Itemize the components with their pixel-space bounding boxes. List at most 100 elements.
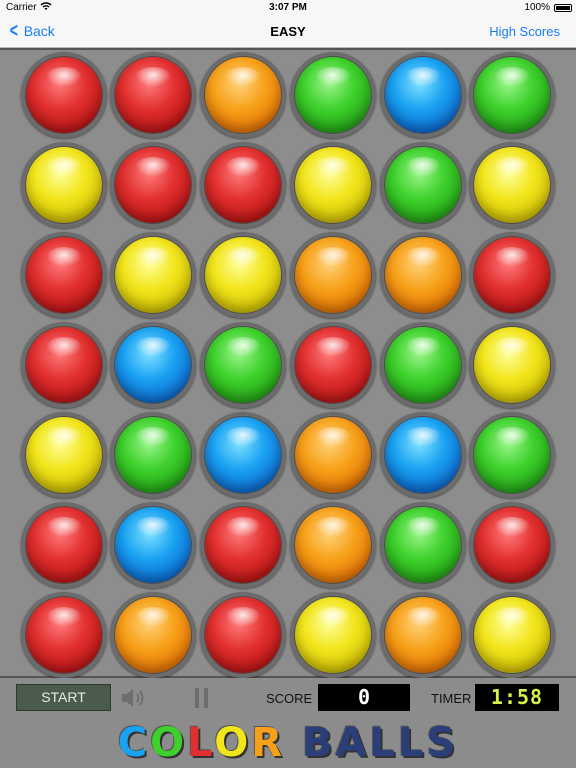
ball-face xyxy=(295,147,371,223)
orange-ball[interactable] xyxy=(290,412,376,498)
ball-highlight xyxy=(46,157,82,177)
red-ball[interactable] xyxy=(200,592,286,678)
ball-face xyxy=(115,507,191,583)
green-ball[interactable] xyxy=(110,412,196,498)
red-ball[interactable] xyxy=(110,142,196,228)
green-ball[interactable] xyxy=(380,142,466,228)
logo-letter: S xyxy=(426,720,459,766)
yellow-ball[interactable] xyxy=(110,232,196,318)
logo-letter: O xyxy=(214,720,252,766)
ball-highlight xyxy=(315,157,351,177)
yellow-ball[interactable] xyxy=(469,142,555,228)
orange-ball[interactable] xyxy=(110,592,196,678)
ball-face xyxy=(26,507,102,583)
battery-icon xyxy=(554,4,572,12)
ball-face xyxy=(115,237,191,313)
red-ball[interactable] xyxy=(21,232,107,318)
speaker-icon[interactable] xyxy=(120,686,150,710)
red-ball[interactable] xyxy=(469,502,555,588)
ball-highlight xyxy=(315,427,351,447)
ball-face xyxy=(205,147,281,223)
control-bar: START SCORE 0 TIMER 1:58 xyxy=(0,678,576,718)
ball-face xyxy=(295,417,371,493)
ball-highlight xyxy=(46,247,82,267)
ball-highlight xyxy=(225,337,261,357)
ball-face xyxy=(474,597,550,673)
ball-highlight xyxy=(494,67,530,87)
ball-face xyxy=(205,507,281,583)
orange-ball[interactable] xyxy=(290,232,376,318)
green-ball[interactable] xyxy=(469,52,555,138)
timer-label: TIMER xyxy=(431,691,472,706)
ball-highlight xyxy=(494,607,530,627)
red-ball[interactable] xyxy=(21,52,107,138)
ball-highlight xyxy=(46,607,82,627)
start-button[interactable]: START xyxy=(16,684,111,711)
orange-ball[interactable] xyxy=(290,502,376,588)
red-ball[interactable] xyxy=(200,142,286,228)
yellow-ball[interactable] xyxy=(21,142,107,228)
yellow-ball[interactable] xyxy=(290,142,376,228)
blue-ball[interactable] xyxy=(200,412,286,498)
ball-face xyxy=(26,327,102,403)
blue-ball[interactable] xyxy=(110,322,196,408)
ball-face xyxy=(26,57,102,133)
green-ball[interactable] xyxy=(469,412,555,498)
ball-highlight xyxy=(225,607,261,627)
game-board xyxy=(0,48,576,678)
yellow-ball[interactable] xyxy=(290,592,376,678)
ball-face xyxy=(26,417,102,493)
ball-highlight xyxy=(315,337,351,357)
orange-ball[interactable] xyxy=(200,52,286,138)
ball-face xyxy=(115,327,191,403)
ball-highlight xyxy=(135,247,171,267)
back-button[interactable]: < Back xyxy=(8,21,55,41)
ball-highlight xyxy=(225,67,261,87)
logo-letter: L xyxy=(397,720,427,766)
green-ball[interactable] xyxy=(380,322,466,408)
red-ball[interactable] xyxy=(469,232,555,318)
red-ball[interactable] xyxy=(21,592,107,678)
orange-ball[interactable] xyxy=(380,232,466,318)
blue-ball[interactable] xyxy=(110,502,196,588)
red-ball[interactable] xyxy=(21,322,107,408)
logo-letter: R xyxy=(251,720,286,766)
ball-highlight xyxy=(315,67,351,87)
high-scores-button[interactable]: High Scores xyxy=(489,24,560,39)
clock-time: 3:07 PM xyxy=(269,2,307,13)
green-ball[interactable] xyxy=(200,322,286,408)
ball-highlight xyxy=(315,517,351,537)
ball-highlight xyxy=(405,517,441,537)
yellow-ball[interactable] xyxy=(469,322,555,408)
yellow-ball[interactable] xyxy=(200,232,286,318)
ball-highlight xyxy=(135,427,171,447)
green-ball[interactable] xyxy=(380,502,466,588)
ball-face xyxy=(385,327,461,403)
logo-letter xyxy=(285,720,302,766)
ball-highlight xyxy=(494,247,530,267)
ball-face xyxy=(385,237,461,313)
logo-letter: O xyxy=(150,720,188,766)
blue-ball[interactable] xyxy=(380,412,466,498)
ball-highlight xyxy=(225,427,261,447)
ball-face xyxy=(474,417,550,493)
red-ball[interactable] xyxy=(200,502,286,588)
orange-ball[interactable] xyxy=(380,592,466,678)
yellow-ball[interactable] xyxy=(469,592,555,678)
ball-highlight xyxy=(405,607,441,627)
yellow-ball[interactable] xyxy=(21,412,107,498)
status-bar: Carrier 3:07 PM 100% xyxy=(0,0,576,16)
ball-face xyxy=(205,597,281,673)
ball-face xyxy=(26,597,102,673)
red-ball[interactable] xyxy=(110,52,196,138)
blue-ball[interactable] xyxy=(380,52,466,138)
pause-icon[interactable] xyxy=(190,686,214,710)
green-ball[interactable] xyxy=(290,52,376,138)
ball-face xyxy=(385,507,461,583)
ball-face xyxy=(115,597,191,673)
red-ball[interactable] xyxy=(290,322,376,408)
ball-highlight xyxy=(135,337,171,357)
score-display: 0 xyxy=(318,684,410,711)
logo-letter: A xyxy=(335,720,370,766)
red-ball[interactable] xyxy=(21,502,107,588)
